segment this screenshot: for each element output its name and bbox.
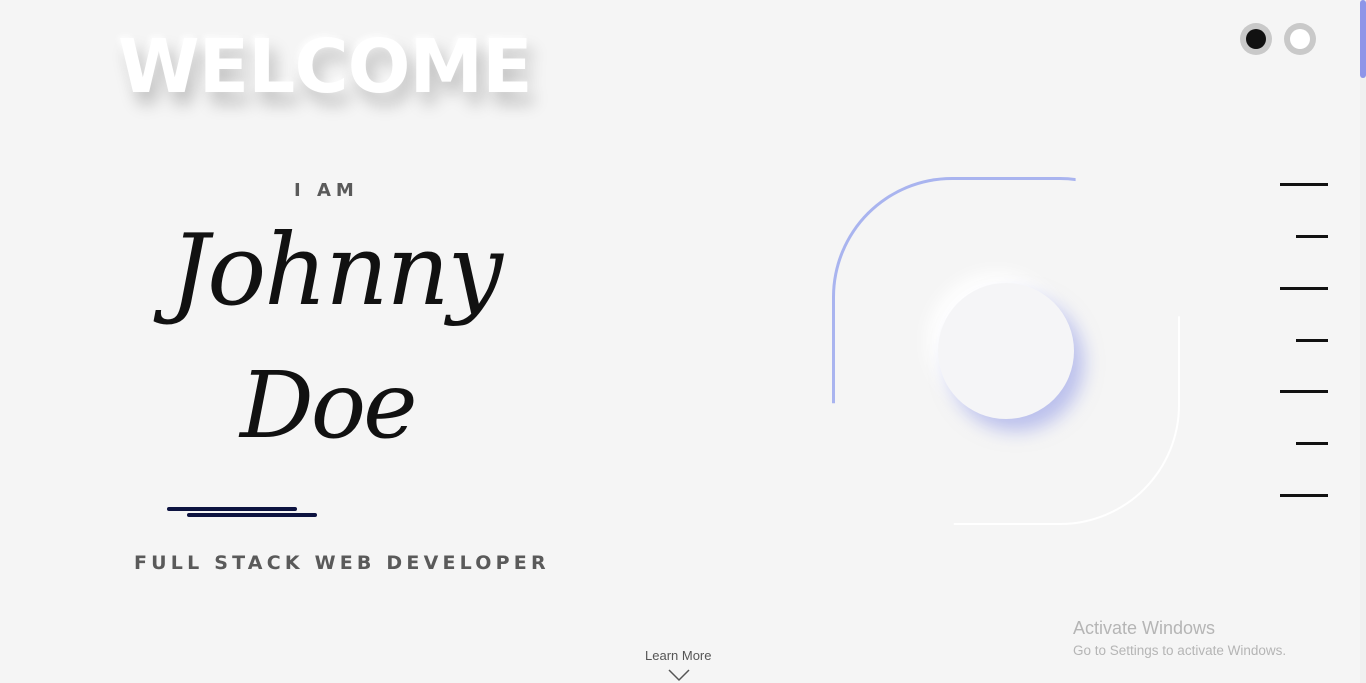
side-nav-item-4[interactable] <box>1296 339 1328 342</box>
decorative-circle <box>938 283 1074 419</box>
side-nav-item-3[interactable] <box>1280 287 1328 290</box>
learn-more-link[interactable]: Learn More <box>645 648 711 663</box>
name-underline-bottom <box>187 513 317 517</box>
role-title: FULL STACK WEB DEVELOPER <box>134 552 550 574</box>
welcome-heading: WELCOME <box>118 24 533 110</box>
page: WELCOME I AM Johnny Doe FULL STACK WEB D… <box>0 0 1366 683</box>
first-name: Johnny <box>170 214 503 328</box>
intro-text: I AM <box>294 180 359 201</box>
side-nav-item-2[interactable] <box>1296 235 1328 238</box>
activate-windows-title: Activate Windows <box>1073 618 1216 638</box>
name-underline-top <box>167 507 297 511</box>
side-nav-item-5[interactable] <box>1280 390 1328 393</box>
side-nav-item-1[interactable] <box>1280 183 1328 186</box>
dark-theme-toggle[interactable] <box>1240 23 1272 55</box>
scrollbar[interactable] <box>1360 0 1366 683</box>
side-nav-item-7[interactable] <box>1280 494 1328 497</box>
scrollbar-thumb[interactable] <box>1360 0 1366 78</box>
chevron-down-icon[interactable] <box>668 668 690 683</box>
side-nav-item-6[interactable] <box>1296 442 1328 445</box>
light-theme-toggle[interactable] <box>1284 23 1316 55</box>
last-name: Doe <box>240 352 418 459</box>
activate-windows-subtitle: Go to Settings to activate Windows. <box>1073 643 1287 658</box>
